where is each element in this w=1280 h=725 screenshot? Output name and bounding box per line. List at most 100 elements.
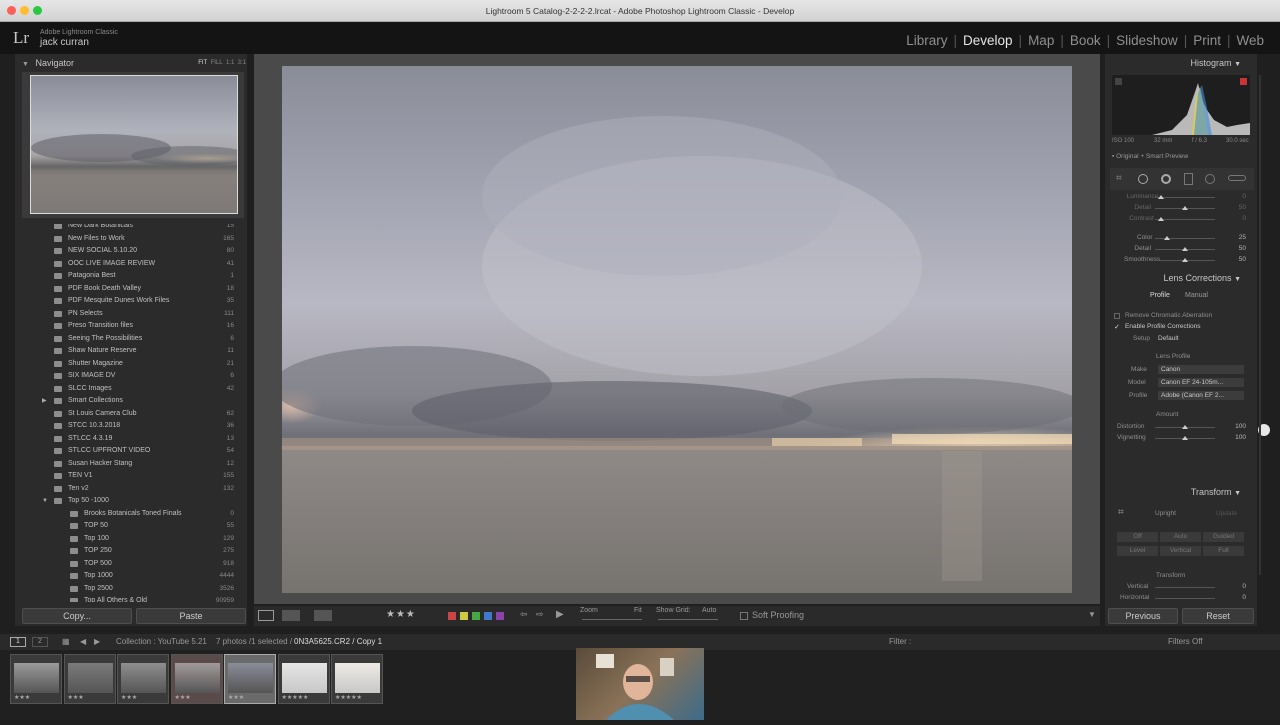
grid-slider[interactable] [658,619,718,620]
distortion-slider-knob[interactable] [1182,425,1188,429]
spot-removal-icon[interactable] [1138,174,1148,184]
tab-manual[interactable]: Manual [1185,292,1208,299]
collection-item[interactable]: TOP 50 55 [22,520,240,533]
collection-item[interactable]: TEN V1 155 [22,470,240,483]
collection-item[interactable]: STCC 10.3.2018 36 [22,420,240,433]
detail-slider-knob[interactable] [1182,247,1188,251]
detail-slider-value[interactable]: 0 [1226,215,1246,222]
rating-stars-icon[interactable]: ★★★ [386,609,416,620]
filmstrip-thumbnail[interactable]: ★★★ [170,654,223,704]
previous-photo-icon[interactable]: ⇦ [520,609,528,620]
collection-item[interactable]: Patagonia Best 1 [22,270,240,283]
zoom-3-1[interactable]: 3:1 [238,60,246,66]
collection-item[interactable]: TOP 250 275 [22,545,240,558]
forward-arrow-icon[interactable]: ▶ [94,634,100,650]
collection-item[interactable]: Top 50 -1000 ▼ [22,495,240,508]
collection-item[interactable]: SIX IMAGE DV 6 [22,370,240,383]
detail-slider-value[interactable]: 50 [1226,204,1246,211]
collection-item[interactable]: STLCC UPFRONT VIDEO 54 [22,445,240,458]
vignetting-slider-knob[interactable] [1182,436,1188,440]
update-button[interactable]: Update [1216,510,1237,517]
collection-item[interactable]: Susan Hacker Stang 12 [22,458,240,471]
detail-slider-value[interactable]: 50 [1226,245,1246,252]
distortion-value[interactable]: 100 [1226,423,1246,430]
profile-dropdown[interactable]: Adobe (Canon EF 2... [1158,391,1244,400]
yellow-label-icon[interactable] [460,612,468,620]
upright-auto-button[interactable]: Auto [1160,532,1201,542]
reset-button[interactable]: Reset [1182,608,1254,624]
filmstrip-thumbnail[interactable]: ★★★ [63,654,116,704]
soft-proofing-checkbox[interactable] [740,612,748,620]
page-1-button[interactable]: 1 [10,637,26,647]
filmstrip-thumbnail[interactable]: ★★★ [224,654,276,704]
detail-slider[interactable] [1155,219,1215,220]
collection-item[interactable]: Top 2500 3526 [22,583,240,596]
module-print[interactable]: Print [1187,33,1227,48]
zoom-window-button[interactable] [33,6,42,15]
model-dropdown[interactable]: Canon EF 24-105m... [1158,378,1244,387]
collection-item[interactable]: Brooks Botanicals Toned Finals 0 [22,508,240,521]
next-photo-icon[interactable]: ⇨ [536,609,544,620]
tab-profile[interactable]: Profile [1150,292,1170,299]
collection-item[interactable]: Shaw Nature Reserve 11 [22,345,240,358]
previous-button[interactable]: Previous [1108,608,1178,624]
collection-item[interactable]: Shutter Magazine 21 [22,358,240,371]
vertical-slider[interactable] [1155,587,1215,588]
collection-item[interactable]: New Files to Work 165 [22,233,240,246]
collection-item[interactable]: St Louis Camera Club 62 [22,408,240,421]
shadow-clipping-icon[interactable] [1115,78,1122,85]
detail-slider-value[interactable]: 25 [1226,234,1246,241]
upright-full-button[interactable]: Full [1203,546,1244,556]
highlight-clipping-icon[interactable] [1240,78,1247,85]
collection-item[interactable]: OOC LIVE IMAGE REVIEW 41 [22,258,240,271]
module-book[interactable]: Book [1064,33,1107,48]
radial-filter-icon[interactable] [1205,174,1215,184]
collection-item[interactable]: New Dark Botanicals 15 [22,224,240,233]
zoom-1-1[interactable]: 1:1 [226,60,234,66]
play-slideshow-icon[interactable]: ▶ [556,609,564,620]
detail-slider-value[interactable]: 0 [1226,193,1246,200]
histogram-header[interactable]: Histogram ▼ [1105,56,1257,70]
enable-profile-checkbox[interactable]: ✓ [1114,323,1120,331]
vertical-value[interactable]: 0 [1226,583,1246,590]
zoom-fit[interactable]: FIT [198,60,207,66]
before-after-split-icon[interactable] [314,610,332,621]
zoom-fill[interactable]: FILL [211,60,223,66]
detail-slider-knob[interactable] [1182,206,1188,210]
collection-item[interactable]: Ten v2 132 [22,483,240,496]
module-library[interactable]: Library [900,33,953,48]
detail-slider-knob[interactable] [1158,195,1164,199]
purple-label-icon[interactable] [496,612,504,620]
remove-ca-checkbox[interactable] [1114,313,1120,319]
blue-label-icon[interactable] [484,612,492,620]
adjustment-brush-icon[interactable] [1228,175,1246,181]
upright-off-button[interactable]: Off [1117,532,1158,542]
lens-corrections-header[interactable]: Lens Corrections ▼ [1105,271,1257,285]
grid-dropdown[interactable]: Auto [702,607,716,614]
detail-slider-value[interactable]: 50 [1226,256,1246,263]
upright-crop-icon[interactable]: ⌗ [1118,507,1124,518]
disclosure-triangle-icon[interactable]: ▶ [42,395,47,408]
vignetting-value[interactable]: 100 [1226,434,1246,441]
collection-item[interactable]: Top 100 129 [22,533,240,546]
collection-item[interactable]: STLCC 4.3.19 13 [22,433,240,446]
detail-slider-knob[interactable] [1164,236,1170,240]
horizontal-value[interactable]: 0 [1226,594,1246,601]
detail-slider[interactable] [1155,197,1215,198]
zoom-slider[interactable] [582,619,642,620]
graduated-filter-icon[interactable] [1184,173,1193,185]
module-map[interactable]: Map [1022,33,1060,48]
collection-item[interactable]: Top All Others & Old 90959 [22,595,240,602]
upright-level-button[interactable]: Level [1117,546,1158,556]
filmstrip-thumbnail[interactable]: ★★★★★ [277,654,330,704]
minimize-window-button[interactable] [20,6,29,15]
filmstrip-thumbnail[interactable]: ★★★ [10,654,62,704]
red-eye-icon[interactable] [1161,174,1171,184]
filter-preset-dropdown[interactable]: Filters Off [1168,634,1203,650]
main-photo[interactable] [282,66,1072,593]
toolbar-menu-chevron-icon[interactable]: ▼ [1088,610,1096,619]
detail-slider-knob[interactable] [1158,217,1164,221]
navigator-header[interactable]: ▼ Navigator FIT FILL 1:1 3:1 [22,54,246,72]
before-after-icon[interactable] [282,610,300,621]
collection-item[interactable]: Smart Collections ▶ [22,395,240,408]
